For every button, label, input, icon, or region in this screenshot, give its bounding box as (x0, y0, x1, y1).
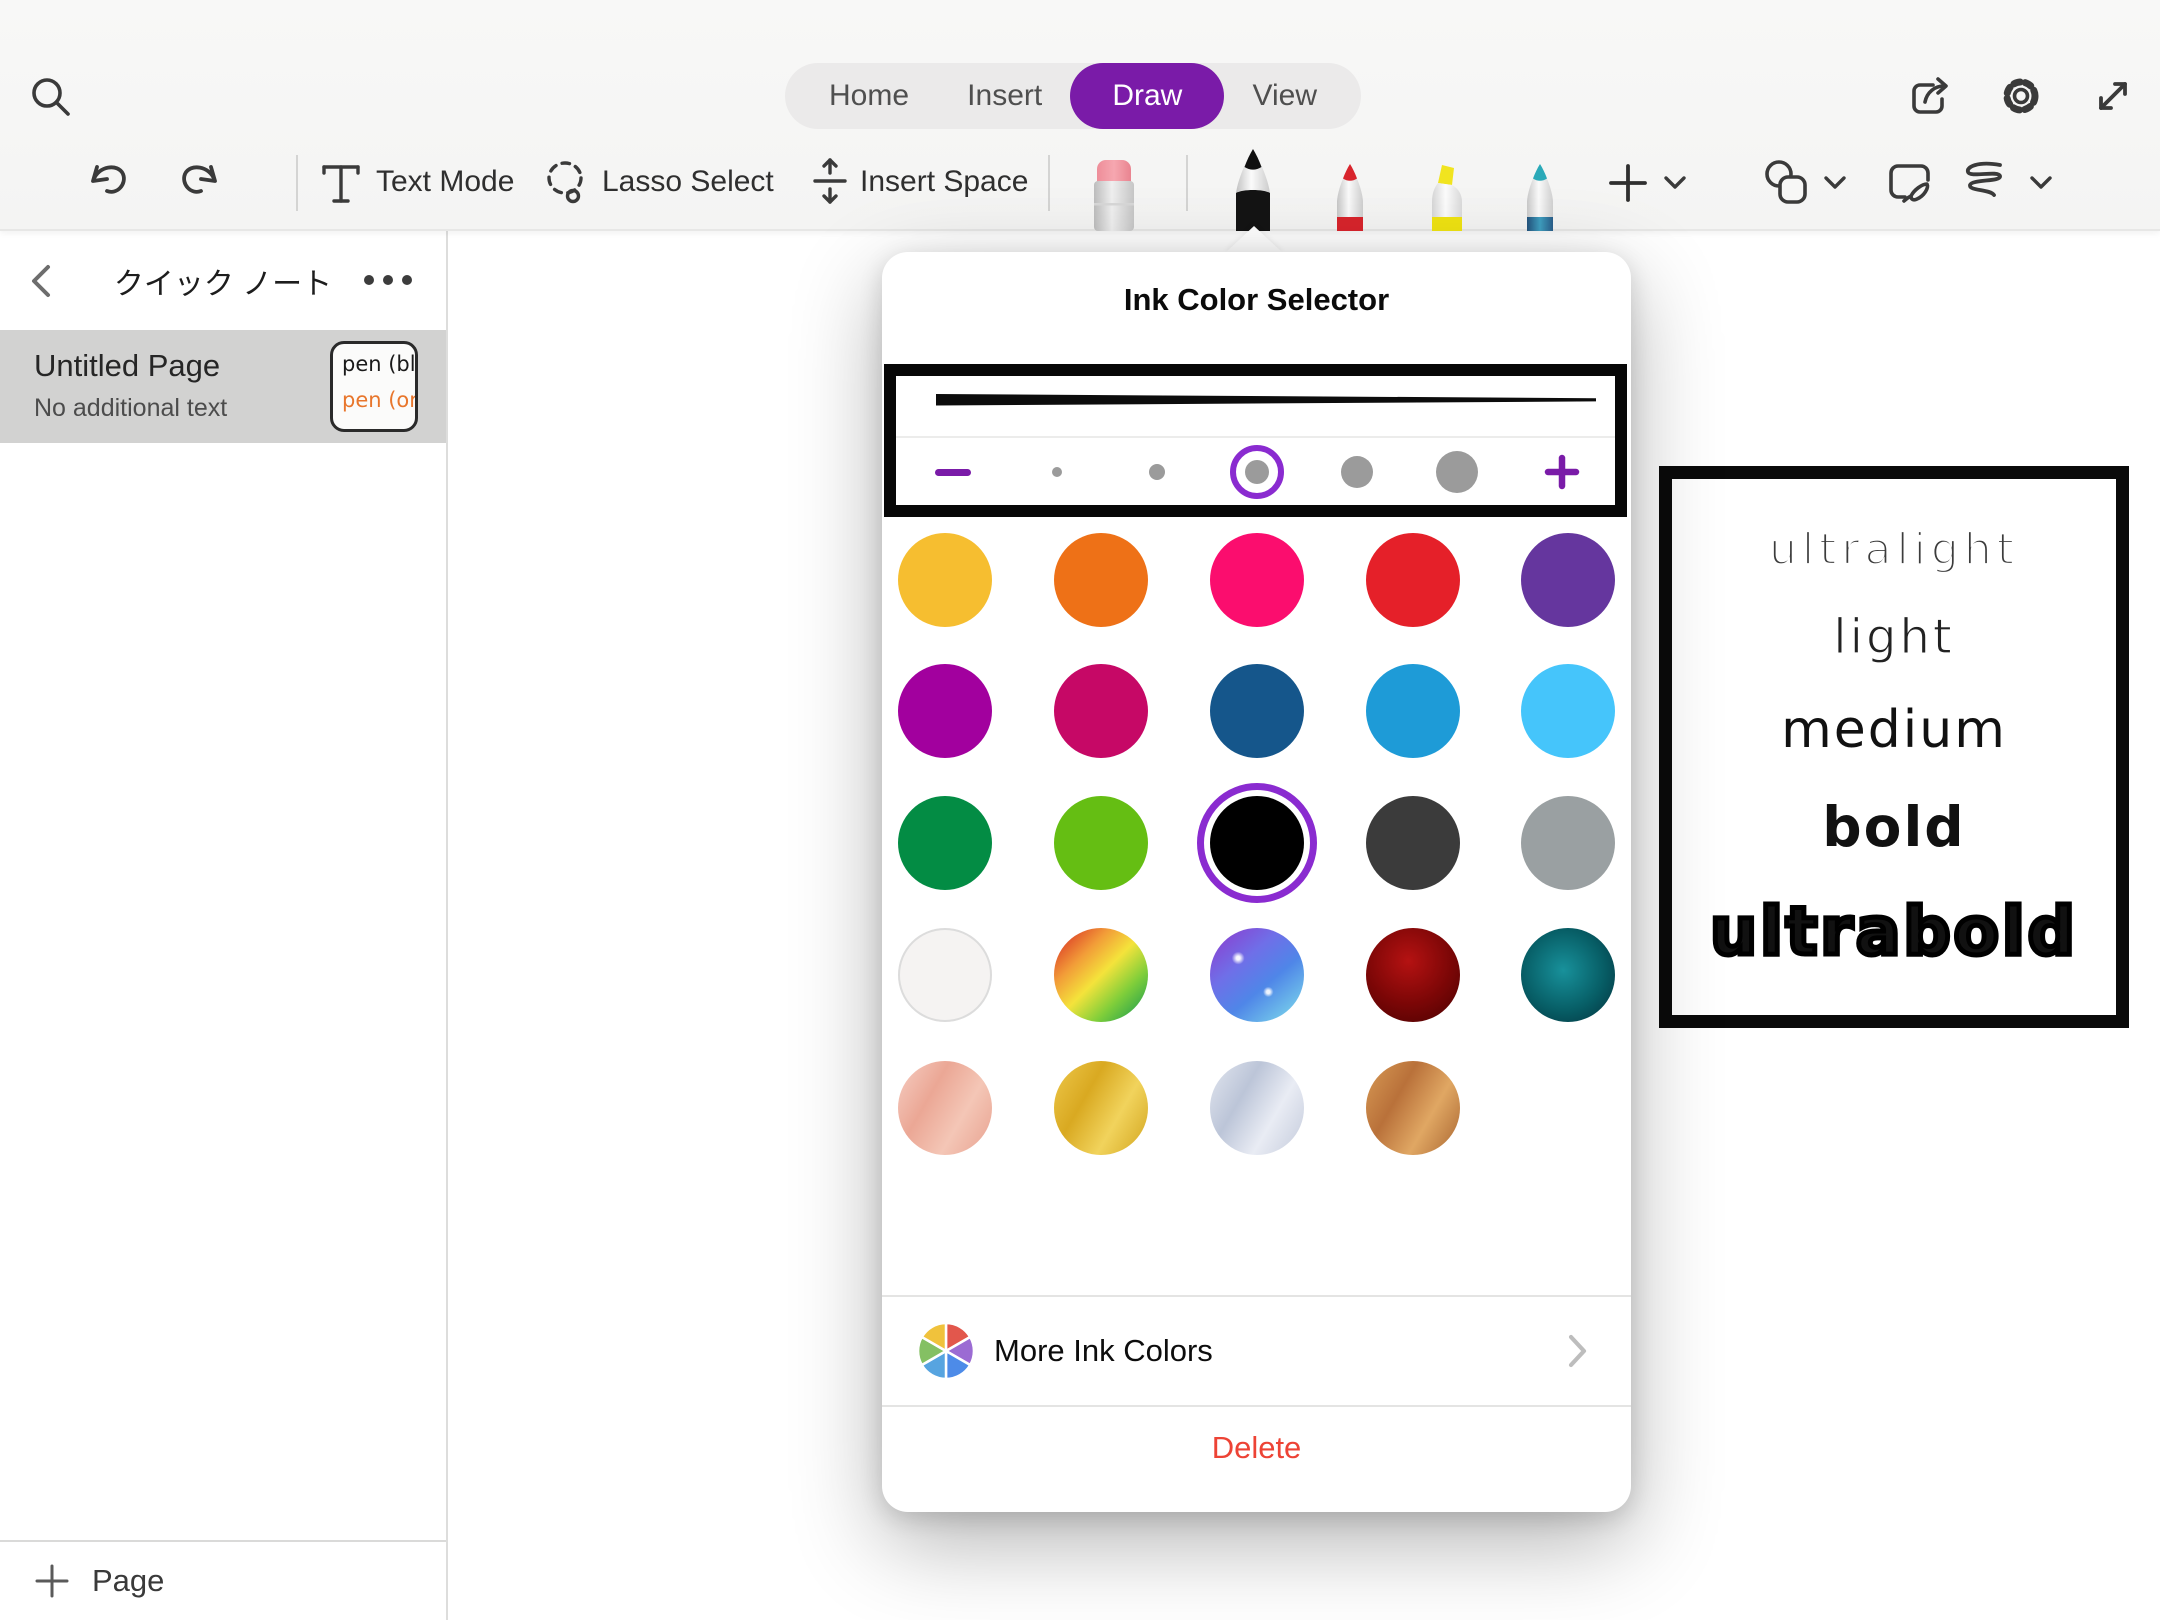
stroke-width-highlight-box (884, 364, 1627, 517)
eraser-tool[interactable] (1086, 157, 1142, 231)
free-ink-squiggle-icon[interactable] (1956, 155, 2014, 213)
page-thumbnail: pen (bl pen (ora (330, 341, 418, 432)
ink-color-swatch-magenta[interactable] (898, 664, 992, 758)
toolbar-divider (1186, 155, 1188, 211)
popover-divider (882, 1405, 1631, 1407)
insert-space-label[interactable]: Insert Space (860, 165, 1028, 199)
more-ink-colors-row[interactable]: More Ink Colors (882, 1297, 1631, 1405)
ink-chevron-down-icon[interactable] (2028, 174, 2054, 192)
ink-sample-ultrabold: ultrabold (1710, 893, 2078, 970)
page-title: Untitled Page (34, 348, 220, 384)
thumbnail-ink-line-black: pen (bl (342, 352, 415, 376)
add-pen-chevron-down-icon[interactable] (1662, 174, 1688, 192)
increase-size-button[interactable] (1544, 454, 1580, 490)
ink-annotate-icon[interactable] (1884, 158, 1936, 210)
ink-color-swatch-red[interactable] (1366, 533, 1460, 627)
ink-color-swatch-white[interactable] (898, 928, 992, 1022)
highlighter-yellow[interactable] (1421, 161, 1473, 231)
ink-sample-ultralight: ultralight (1769, 524, 2019, 575)
ink-color-swatch-green[interactable] (898, 796, 992, 890)
ink-color-swatch-black[interactable] (1210, 796, 1304, 890)
redo-icon[interactable] (174, 157, 224, 207)
ink-color-selector-popover: Ink Color Selector More Ink Colors (882, 252, 1631, 1512)
ribbon-tabs: Home Insert Draw View (785, 63, 1361, 129)
popover-arrow (1225, 226, 1283, 253)
shapes-icon[interactable] (1760, 157, 1814, 211)
pen-red[interactable] (1324, 161, 1376, 231)
stroke-size-dot-1[interactable] (1052, 467, 1062, 477)
ink-color-swatch-rose-gold[interactable] (898, 1061, 992, 1155)
tab-insert[interactable]: Insert (967, 63, 1042, 129)
ink-color-swatch-rainbow-glitter[interactable] (1054, 928, 1148, 1022)
delete-pen-button[interactable]: Delete (882, 1430, 1631, 1466)
add-pen-icon[interactable] (1606, 161, 1650, 205)
text-mode-icon[interactable] (318, 160, 364, 206)
toolbar-divider (296, 155, 298, 211)
color-wheel-icon (914, 1319, 978, 1383)
ink-color-swatch-gold[interactable] (1054, 1061, 1148, 1155)
ink-color-swatch-amber[interactable] (898, 533, 992, 627)
top-toolbar: Home Insert Draw View (0, 0, 2160, 231)
popover-title: Ink Color Selector (882, 282, 1631, 318)
selected-size-ring (1230, 445, 1284, 499)
stroke-preview (936, 382, 1596, 418)
stroke-size-dot-2[interactable] (1149, 464, 1165, 480)
ink-color-swatch-silver[interactable] (1210, 1061, 1304, 1155)
undo-icon[interactable] (84, 157, 134, 207)
stroke-size-dot-4[interactable] (1341, 456, 1373, 488)
ink-sample-medium: medium (1781, 700, 2007, 760)
ink-color-swatch-pink[interactable] (1210, 533, 1304, 627)
pen-black-selected[interactable] (1223, 147, 1283, 231)
text-mode-label[interactable]: Text Mode (376, 165, 514, 199)
ink-color-swatch-galaxy[interactable] (1210, 928, 1304, 1022)
search-icon[interactable] (28, 74, 74, 120)
sidebar-header: クイック ノート (0, 231, 446, 330)
add-page-label: Page (92, 1563, 164, 1599)
add-page-button[interactable]: Page (0, 1540, 446, 1620)
fullscreen-expand-icon[interactable] (2089, 72, 2137, 120)
share-icon[interactable] (1905, 72, 1953, 120)
shapes-chevron-down-icon[interactable] (1822, 174, 1848, 192)
more-ink-colors-label: More Ink Colors (994, 1297, 1213, 1405)
ink-color-swatch-blue[interactable] (1366, 664, 1460, 758)
stroke-size-dot-5[interactable] (1436, 451, 1478, 493)
thumbnail-ink-line-orange: pen (ora (342, 388, 415, 412)
decrease-size-button[interactable] (935, 469, 971, 476)
tab-view[interactable]: View (1253, 63, 1317, 129)
ink-color-swatch-teal-marble[interactable] (1521, 928, 1615, 1022)
settings-gear-icon[interactable] (1997, 72, 2045, 120)
chevron-right-icon (1567, 1333, 1589, 1369)
stroke-size-row (896, 438, 1615, 505)
ink-color-swatch-orange[interactable] (1054, 533, 1148, 627)
toolbar-divider (1048, 155, 1050, 211)
ink-color-swatch-copper[interactable] (1366, 1061, 1460, 1155)
ink-color-swatch-dark-blue[interactable] (1210, 664, 1304, 758)
ink-color-swatch-red-lava[interactable] (1366, 928, 1460, 1022)
ink-weight-samples-panel: ultralight light medium bold ultrabold (1659, 466, 2129, 1028)
page-list-sidebar: クイック ノート Untitled Page No additional tex… (0, 231, 448, 1620)
tab-draw[interactable]: Draw (1070, 63, 1224, 129)
ink-sample-bold: bold (1822, 795, 1965, 859)
ink-sample-light: light (1833, 609, 1954, 665)
page-list-item-selected[interactable]: Untitled Page No additional text pen (bl… (0, 330, 446, 443)
selected-color-ring (1197, 783, 1317, 903)
pen-teal[interactable] (1514, 161, 1566, 231)
lasso-select-label[interactable]: Lasso Select (602, 165, 774, 199)
ink-color-swatch-purple[interactable] (1521, 533, 1615, 627)
ink-color-swatch-dark-pink[interactable] (1054, 664, 1148, 758)
ink-color-swatch-dark-gray[interactable] (1366, 796, 1460, 890)
lasso-select-icon[interactable] (542, 158, 590, 206)
insert-space-icon[interactable] (806, 157, 854, 205)
page-subtitle: No additional text (34, 394, 227, 423)
tab-home[interactable]: Home (829, 63, 909, 129)
ink-color-swatch-light-blue[interactable] (1521, 664, 1615, 758)
ink-color-swatch-gray[interactable] (1521, 796, 1615, 890)
ink-color-swatch-light-green[interactable] (1054, 796, 1148, 890)
more-options-icon[interactable] (364, 275, 412, 285)
